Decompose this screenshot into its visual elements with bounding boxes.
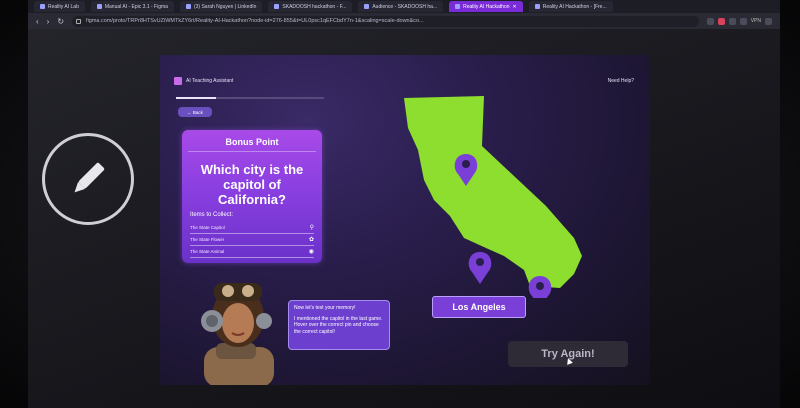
tab-reality-ai-hackathon-2[interactable]: Reality AI Hackathon - [Fre...	[528, 1, 613, 12]
figma-icon	[455, 4, 461, 9]
edit-pencil-button[interactable]	[42, 133, 134, 225]
list-item: The State Animal ◉	[190, 246, 314, 258]
frame-header: AI Teaching Assistant Need Help?	[174, 75, 634, 87]
pencil-icon	[74, 162, 105, 193]
brand: AI Teaching Assistant	[174, 77, 233, 85]
list-item: The State Capitol ⚲	[190, 222, 314, 234]
map-pin-central[interactable]	[468, 252, 492, 284]
lock-icon	[76, 18, 82, 24]
tab-close-icon[interactable]: ✕	[513, 4, 517, 10]
pin-icon: ⚲	[309, 225, 314, 231]
address-bar: ‹ › ↻ figma.com/proto/TRPr8HTSvUZiWMTkZY…	[28, 13, 780, 29]
figma-icon	[534, 4, 540, 9]
california-map	[404, 96, 582, 298]
character-avatar	[201, 283, 274, 385]
collect-list: The State Capitol ⚲ The State Flower ✿ The…	[190, 222, 314, 258]
question-text: Which city is the capitol of California?	[200, 162, 304, 207]
extension-tray: VPN	[706, 17, 772, 25]
extension-icon[interactable]	[717, 17, 725, 25]
need-help-link[interactable]: Need Help?	[608, 78, 634, 84]
bonus-question-card: Bonus Point Which city is the capitol of…	[182, 130, 322, 263]
divider	[188, 151, 316, 152]
back-button[interactable]: ← Back	[178, 107, 212, 117]
figma-icon	[274, 4, 280, 9]
book-logo-icon	[174, 77, 182, 85]
speech-line-2: I mentioned the capitol in the last game…	[294, 315, 383, 335]
list-item: The State Flower ✿	[190, 234, 314, 246]
flower-icon: ✿	[308, 237, 314, 243]
tab-audience[interactable]: Audience - SKADOOSH ha...	[358, 1, 444, 12]
map-pin-south[interactable]	[528, 276, 552, 298]
progress-fill	[176, 97, 216, 99]
tab-reality-ai-hackathon[interactable]: Reality AI Hackathon ✕	[449, 1, 523, 12]
tab-favicon-icon	[40, 4, 45, 9]
speech-line-1: Now let's test your memory!	[294, 305, 356, 311]
speech-bubble: Now let's test your memory! I mentioned …	[288, 300, 390, 350]
menu-icon[interactable]	[765, 17, 772, 25]
browser-tab-bar: Reality AI Lab Manual AI - Epic 3.1 - Fi…	[28, 0, 780, 13]
sidebar-icon[interactable]	[728, 17, 736, 25]
card-title: Bonus Point	[225, 137, 279, 147]
forward-arrow-icon[interactable]: ›	[47, 17, 50, 26]
profile-icon[interactable]	[739, 17, 747, 25]
tab-figma-epic[interactable]: Manual AI - Epic 3.1 - Figma	[90, 1, 174, 12]
tab-skadoosh[interactable]: SKADOOSH hackathon - F...	[268, 1, 353, 12]
back-arrow-icon[interactable]: ‹	[36, 17, 39, 26]
prototype-frame: AI Teaching Assistant Need Help? ← Back …	[160, 55, 650, 385]
paw-icon: ◉	[308, 249, 314, 255]
progress-bar	[176, 97, 324, 99]
figma-icon	[364, 4, 370, 9]
tab-reality-ai-lab[interactable]: Reality AI Lab	[34, 1, 85, 12]
answer-button[interactable]: Los Angeles	[432, 296, 526, 318]
vpn-badge[interactable]: VPN	[751, 18, 761, 25]
url-field[interactable]: figma.com/proto/TRPr8HTSvUZiWMTkZY6rt/Re…	[72, 15, 699, 27]
linkedin-icon	[185, 4, 191, 9]
reload-icon[interactable]: ↻	[57, 17, 64, 26]
tab-linkedin[interactable]: (3) Sarah Nguyen | LinkedIn	[179, 1, 263, 12]
share-icon[interactable]	[706, 17, 714, 25]
figma-icon	[96, 4, 102, 9]
collect-label: Items to Collect:	[190, 212, 234, 218]
